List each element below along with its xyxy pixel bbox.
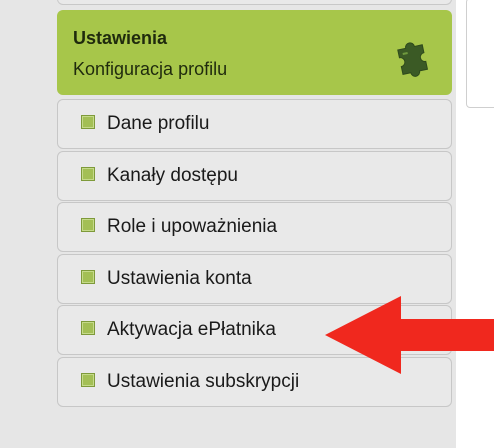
menu-item-role-i-upowaznienia[interactable]: Role i upoważnienia <box>57 202 452 252</box>
menu-item-label: Ustawienia subskrypcji <box>107 370 300 392</box>
bullet-square-icon <box>81 115 95 129</box>
menu-item-label: Role i upoważnienia <box>107 216 278 237</box>
menu-item-label: Kanały dostępu <box>107 164 238 186</box>
bullet-square-icon <box>81 269 95 284</box>
settings-menu-header[interactable]: Ustawienia Konfiguracja profilu <box>57 10 452 95</box>
menu-item-label: Ustawienia konta <box>107 267 252 289</box>
previous-menu-section <box>57 0 452 5</box>
bullet-square-icon <box>81 218 95 232</box>
red-arrow-icon <box>325 296 494 374</box>
menu-item-label: Dane profilu <box>107 113 210 134</box>
puzzle-icon <box>397 42 429 77</box>
menu-item-dane-profilu[interactable]: Dane profilu <box>57 99 452 149</box>
menu-item-label: Aktywacja ePłatnika <box>107 319 276 340</box>
content-card <box>466 0 494 108</box>
bullet-square-icon <box>81 166 95 181</box>
bullet-square-icon <box>81 372 95 387</box>
bullet-square-icon <box>81 321 95 335</box>
menu-item-kanaly-dostepu[interactable]: Kanały dostępu <box>57 150 452 201</box>
